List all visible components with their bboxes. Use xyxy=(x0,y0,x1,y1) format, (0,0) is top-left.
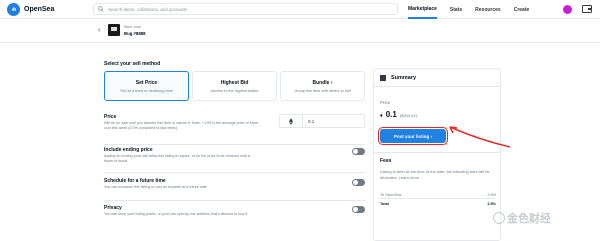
method-set-price[interactable]: Set Price Sell at a fixed or declining p… xyxy=(104,71,189,101)
privacy-row: Privacy You can keep your listing public… xyxy=(104,204,365,230)
eth-icon: ⬧ xyxy=(380,113,383,119)
back-arrow-icon[interactable]: ‹ xyxy=(98,27,100,34)
item-collection[interactable]: More cool xyxy=(124,25,141,29)
watermark-logo-icon xyxy=(493,212,505,224)
brand-name: OpenSea xyxy=(24,5,55,13)
summary-price-usd: ($303.42) xyxy=(399,113,417,118)
ending-price-description: Adding an ending price will allow this l… xyxy=(104,154,250,163)
wallet-icon[interactable] xyxy=(582,5,592,13)
item-name: Bug #8888 xyxy=(124,31,146,36)
fee-value: 2.5% xyxy=(487,193,496,197)
search-icon xyxy=(98,6,104,12)
fee-value: 2.5% xyxy=(487,202,496,206)
currency-select[interactable] xyxy=(279,114,303,128)
method-title: Set Price xyxy=(135,79,158,86)
method-desc: Sell at a fixed or declining price xyxy=(120,88,173,93)
price-input[interactable]: 0.1 xyxy=(303,114,365,128)
method-title: Highest Bid xyxy=(220,79,249,86)
method-highest-bid[interactable]: Highest Bid Auction to the highest bidde… xyxy=(192,71,277,101)
summary-header: Summary xyxy=(374,69,500,87)
search-input[interactable]: Search items, collections, and accounts xyxy=(93,3,398,15)
schedule-title: Schedule for a future time xyxy=(104,178,166,184)
nav-marketplace[interactable]: Marketplace xyxy=(408,0,437,19)
fee-row-opensea: To OpenSea 2.5% xyxy=(380,193,496,197)
fee-row-total: Total 2.5% xyxy=(380,202,496,206)
summary-price-value: 0.1 xyxy=(385,110,397,119)
price-row: Price Will be on sale until you transfer… xyxy=(104,114,365,145)
privacy-toggle[interactable] xyxy=(352,206,365,213)
schedule-row: Schedule for a future time You can sched… xyxy=(104,177,365,201)
annotation-arrow-icon xyxy=(449,126,511,148)
nav-links: Marketplace Stats Resources Create xyxy=(408,0,542,19)
method-title: Bundle › xyxy=(312,79,333,86)
item-header: ‹ More cool Bug #8888 xyxy=(0,20,600,43)
opensea-logo-icon xyxy=(7,2,20,16)
nav-create[interactable]: Create xyxy=(514,0,530,19)
sell-method-heading: Select your sell method xyxy=(104,61,161,67)
price-field: 0.1 xyxy=(279,114,365,128)
nav-stats[interactable]: Stats xyxy=(450,0,462,19)
post-listing-button[interactable]: Post your listing › xyxy=(378,127,448,145)
search-placeholder: Search items, collections, and accounts xyxy=(108,6,188,12)
summary-icon xyxy=(380,74,386,81)
schedule-description: You can schedule this listing to only be… xyxy=(104,185,207,189)
method-desc: Auction to the highest bidder xyxy=(210,88,259,93)
method-desc: Group this item with others to sell xyxy=(294,88,351,93)
fee-label: Total xyxy=(380,202,389,206)
nav-resources[interactable]: Resources xyxy=(475,0,501,19)
method-bundle[interactable]: Bundle › Group this item with others to … xyxy=(280,71,365,101)
fees-note: Listing is free! At the time of the sale… xyxy=(380,169,490,180)
ending-price-title: Include ending price xyxy=(104,147,153,153)
eth-icon xyxy=(289,117,293,125)
privacy-title: Privacy xyxy=(104,205,122,211)
price-description: Will be on sale until you transfer this … xyxy=(104,121,259,130)
top-nav: OpenSea Search items, collections, and a… xyxy=(0,0,600,19)
watermark: 金色财经 xyxy=(507,213,551,225)
ending-price-row: Include ending price Adding an ending pr… xyxy=(104,146,365,173)
summary-title: Summary xyxy=(391,74,417,81)
divider xyxy=(380,198,496,199)
privacy-description: You can keep your listing public, or you… xyxy=(104,212,249,216)
fee-label: To OpenSea xyxy=(380,193,402,197)
price-title: Price xyxy=(104,114,117,120)
summary-price: ⬧ 0.1 ($303.42) xyxy=(380,110,417,120)
avatar[interactable] xyxy=(563,5,572,14)
sell-method-options: Set Price Sell at a fixed or declining p… xyxy=(104,71,365,101)
ending-price-toggle[interactable] xyxy=(352,148,365,155)
fees-label: Fees xyxy=(380,158,392,164)
summary-price-label: Price xyxy=(380,100,391,105)
item-thumbnail xyxy=(108,24,120,36)
opensea-logo[interactable]: OpenSea xyxy=(7,2,55,16)
schedule-toggle[interactable] xyxy=(352,179,365,186)
